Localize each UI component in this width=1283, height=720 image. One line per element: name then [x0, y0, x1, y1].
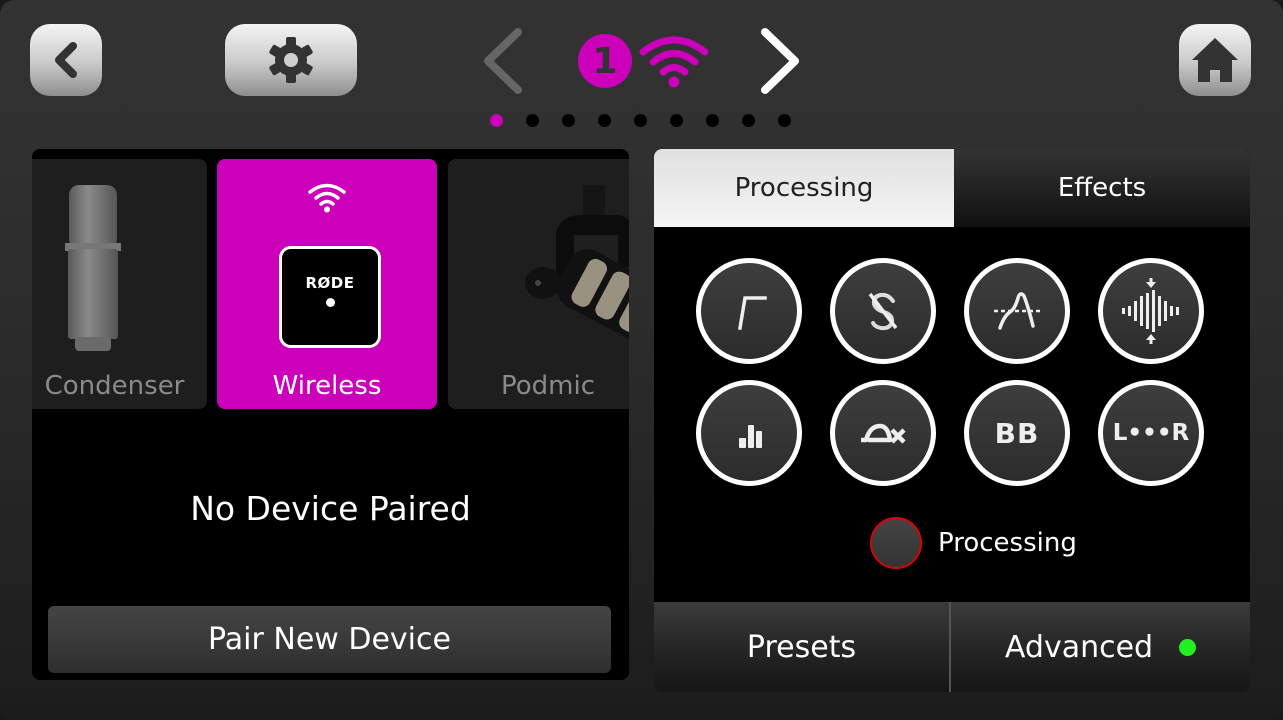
back-button[interactable] — [30, 24, 102, 96]
eq-button[interactable] — [696, 380, 802, 486]
device-led — [325, 297, 335, 307]
screen: 1 Condenser RØDE Wireless Podmic No Devi… — [0, 0, 1283, 720]
big-bottom-button[interactable]: BB — [964, 380, 1070, 486]
noise-gate-button[interactable] — [964, 258, 1070, 364]
device-card-podmic[interactable]: Podmic — [448, 159, 629, 409]
podmic-image — [525, 185, 629, 347]
page-dot[interactable] — [526, 114, 539, 127]
device-card-label: Podmic — [500, 371, 595, 401]
page-dot[interactable] — [490, 114, 503, 127]
device-card-condenser[interactable]: Condenser — [32, 159, 207, 409]
brand-logo: RØDE — [305, 273, 355, 292]
page-dot[interactable] — [598, 114, 611, 127]
processing-toggle-row: Processing — [870, 517, 1077, 569]
channel-number-badge: 1 — [578, 34, 632, 88]
presets-label: Presets — [746, 629, 857, 665]
high-pass-filter-button[interactable] — [696, 258, 802, 364]
pan-button[interactable]: L•••R — [1098, 380, 1204, 486]
page-dot[interactable] — [670, 114, 683, 127]
home-icon — [1192, 38, 1238, 82]
device-panel: Condenser RØDE Wireless Podmic No Device… — [32, 149, 629, 680]
previous-channel-button[interactable] — [478, 26, 528, 96]
page-dot[interactable] — [778, 114, 791, 127]
home-button[interactable] — [1179, 24, 1251, 96]
gear-icon — [269, 37, 313, 83]
page-dot[interactable] — [742, 114, 755, 127]
pan-icon: L•••R — [1112, 420, 1190, 446]
chevron-left-icon — [55, 42, 77, 78]
pairing-status: No Device Paired — [190, 489, 471, 528]
advanced-label: Advanced — [1004, 629, 1154, 665]
chevron-right-icon — [761, 28, 799, 94]
de-esser-button[interactable] — [830, 258, 936, 364]
advanced-button[interactable]: Advanced — [951, 602, 1250, 692]
processing-panel: Processing Effects BB L•••R Processing P… — [654, 149, 1250, 692]
advanced-status-led — [1179, 638, 1197, 656]
processing-toggle[interactable] — [870, 517, 922, 569]
tab-processing[interactable]: Processing — [654, 149, 954, 227]
page-indicator — [490, 114, 814, 127]
presets-button[interactable]: Presets — [654, 602, 949, 692]
page-dot[interactable] — [562, 114, 575, 127]
chevron-left-icon — [484, 28, 522, 94]
eq-bars-icon — [739, 425, 762, 448]
compressor-icon — [1122, 278, 1179, 344]
aphex-icon — [861, 423, 906, 444]
noise-gate-icon — [994, 292, 1042, 330]
processing-toggle-label: Processing — [938, 528, 1077, 558]
wifi-icon — [639, 36, 709, 88]
settings-button[interactable] — [225, 24, 357, 96]
wireless-transmitter-image: RØDE — [279, 246, 381, 348]
wifi-icon — [308, 183, 346, 213]
device-card-label: Condenser — [44, 371, 185, 401]
device-card-label: Wireless — [272, 371, 382, 401]
big-bottom-icon: BB — [994, 416, 1040, 450]
page-dot[interactable] — [634, 114, 647, 127]
pair-new-device-button[interactable]: Pair New Device — [48, 606, 611, 673]
next-channel-button[interactable] — [755, 26, 805, 96]
tab-effects[interactable]: Effects — [954, 149, 1250, 227]
aphex-exciter-button[interactable] — [830, 380, 936, 486]
de-esser-icon — [868, 292, 898, 331]
high-pass-icon — [737, 296, 767, 331]
condenser-mic-image — [65, 185, 121, 351]
compressor-button[interactable] — [1098, 258, 1204, 364]
device-card-wireless[interactable]: RØDE Wireless — [217, 159, 437, 409]
page-dot[interactable] — [706, 114, 719, 127]
